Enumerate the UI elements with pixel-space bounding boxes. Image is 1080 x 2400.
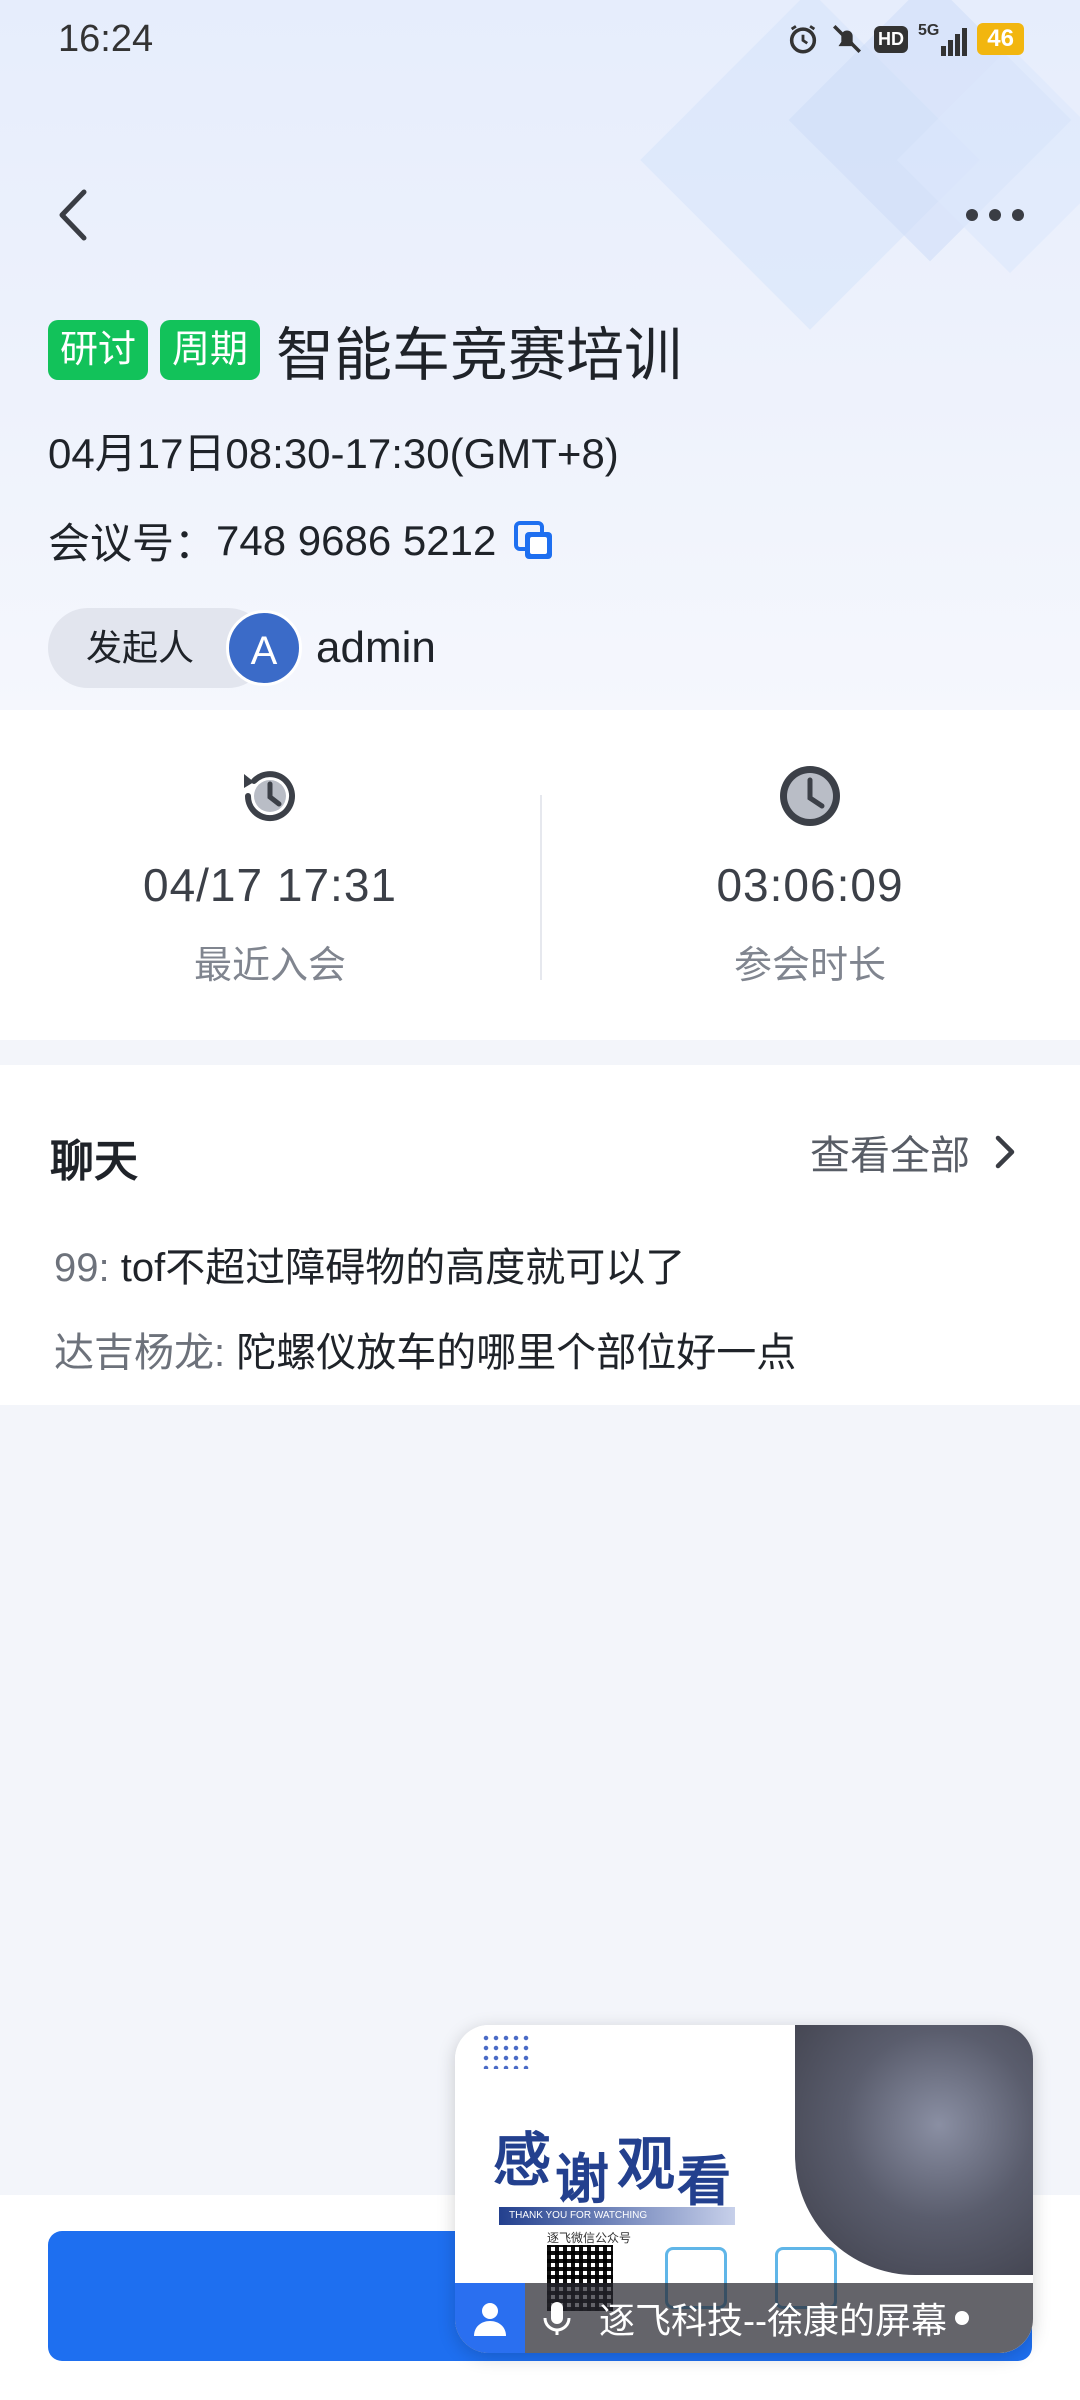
chat-sender: 达吉杨龙:	[54, 1331, 226, 1375]
meeting-time-range: 04月17日08:30-17:30(GMT+8)	[48, 430, 619, 477]
tag-seminar: 研讨	[48, 320, 149, 380]
status-time: 16:24	[58, 18, 154, 60]
slide-official-account: 逐飞微信公众号	[547, 2231, 632, 2245]
meeting-id-value: 748 9686 5212	[216, 516, 497, 564]
duration-value: 03:06:09	[716, 859, 904, 911]
view-all-label: 查看全部	[810, 1134, 970, 1178]
host-row: 发起人 A admin	[48, 608, 436, 688]
chat-sender: 99:	[54, 1246, 110, 1290]
meeting-id-label: 会议号：	[48, 520, 217, 567]
screen-share-caption: 逐飞科技--徐康的屏幕	[455, 2283, 1033, 2353]
chat-title: 聊天	[50, 1125, 140, 1189]
last-join-value: 04/17 17:31	[142, 859, 397, 911]
alarm-icon	[789, 25, 817, 54]
mic-icon	[543, 2302, 571, 2335]
slide-title-char: 感	[493, 2128, 552, 2193]
copy-icon[interactable]	[510, 517, 558, 565]
battery-icon: 46	[977, 23, 1024, 55]
meeting-title: 智能车竞赛培训	[276, 323, 683, 388]
meeting-title-row: 研讨 周期 智能车竞赛培训	[48, 308, 682, 392]
last-join-stat: 04/17 17:31 最近入会	[90, 760, 450, 989]
meeting-id-row: 会议号： 748 9686 5212	[48, 510, 558, 571]
slide-dots-decoration	[481, 2033, 533, 2069]
slide-photo	[795, 2025, 1033, 2275]
back-button[interactable]	[44, 180, 104, 250]
slide-title-char: 看	[677, 2152, 731, 2212]
stats-panel: 04/17 17:31 最近入会 03:06:09 参会时长	[0, 710, 1080, 1040]
history-clock-icon	[244, 771, 295, 822]
view-all-link[interactable]: 查看全部	[810, 1123, 1024, 1181]
status-icons: HD 5G 46	[786, 22, 1024, 56]
stats-divider	[540, 795, 542, 980]
network-icon: 5G	[917, 22, 968, 56]
last-join-label: 最近入会	[193, 945, 346, 987]
chat-message: 99: tof不超过障碍物的高度就可以了	[54, 1235, 685, 1293]
chevron-right-icon	[995, 1135, 1015, 1169]
screen-share-floating-window[interactable]: 感 谢 观 看 THANK YOU FOR WATCHING 逐飞微信公众号 逐…	[455, 2025, 1033, 2353]
slide-title-char: 观	[617, 2132, 676, 2197]
chat-text: 陀螺仪放车的哪里个部位好一点	[236, 1331, 797, 1375]
chat-section: 聊天 查看全部 99: tof不超过障碍物的高度就可以了 达吉杨龙: 陀螺仪放车…	[0, 1065, 1080, 1405]
duration-label: 参会时长	[733, 945, 886, 987]
tag-recurring: 周期	[160, 320, 261, 380]
person-icon	[455, 2283, 525, 2353]
host-name: admin	[316, 623, 436, 672]
slide-subtitle: THANK YOU FOR WATCHING	[499, 2207, 735, 2225]
duration-stat: 03:06:09 参会时长	[630, 760, 990, 989]
avatar: A	[226, 610, 302, 686]
screen-share-name: 逐飞科技--徐康的屏幕	[599, 2300, 947, 2341]
clock-icon	[780, 766, 840, 826]
status-dot-icon	[954, 2311, 969, 2325]
more-button[interactable]	[960, 195, 1030, 235]
hd-icon: HD	[873, 25, 908, 53]
chat-message: 达吉杨龙: 陀螺仪放车的哪里个部位好一点	[54, 1320, 796, 1378]
network-label: 5G	[917, 22, 940, 39]
mute-bell-icon	[832, 24, 861, 54]
slide-title-char: 谢	[555, 2150, 609, 2210]
status-bar: 16:24 HD 5G 46	[0, 0, 1080, 80]
chat-text: tof不超过障碍物的高度就可以了	[120, 1246, 686, 1290]
